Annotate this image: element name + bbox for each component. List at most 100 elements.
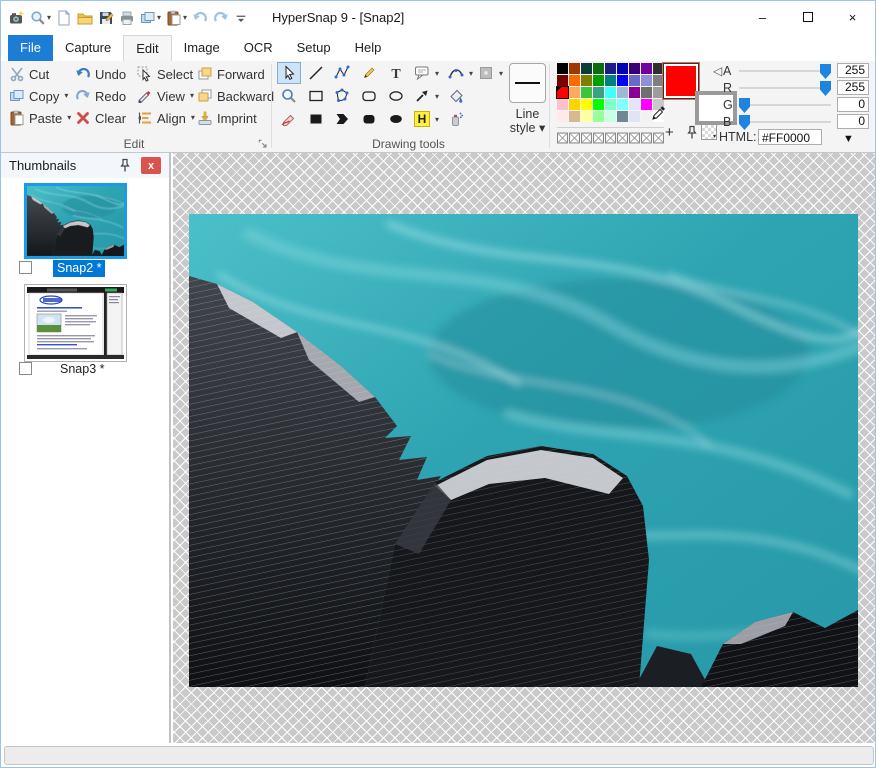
palette-swatch[interactable] (581, 87, 592, 98)
thumbnail-label[interactable]: Snap3 * (56, 361, 108, 378)
palette-swatch[interactable] (569, 63, 580, 74)
close-panel-button[interactable]: x (141, 157, 161, 174)
polygon-tool[interactable] (330, 85, 354, 107)
chevron-down-icon[interactable]: ▾ (435, 92, 439, 101)
tab-ocr[interactable]: OCR (232, 35, 285, 61)
close-button[interactable]: × (830, 1, 875, 33)
a-slider-track[interactable] (739, 70, 831, 73)
palette-swatch[interactable] (629, 75, 640, 86)
palette-swatch[interactable] (605, 111, 616, 122)
camera-icon[interactable] (7, 6, 27, 30)
b-slider-handle[interactable] (739, 115, 750, 130)
pin-color-icon[interactable] (684, 125, 700, 146)
clear-button[interactable]: Clear (75, 108, 126, 128)
palette-swatch[interactable] (617, 87, 628, 98)
transparency-pattern-button[interactable]: ▾ (701, 124, 717, 140)
palette-swatch[interactable] (581, 75, 592, 86)
swap-colors-icon[interactable]: ◁ (713, 64, 722, 78)
new-doc-icon[interactable] (54, 6, 74, 30)
line-style-preview[interactable] (509, 63, 546, 103)
tab-capture[interactable]: Capture (53, 35, 123, 61)
tab-edit[interactable]: Edit (123, 35, 171, 61)
palette-swatch[interactable] (641, 87, 652, 98)
palette-swatch[interactable] (593, 63, 604, 74)
palette-swatch[interactable] (593, 99, 604, 110)
palette-swatch[interactable] (641, 63, 652, 74)
curve-tool[interactable] (444, 62, 468, 84)
copy-button[interactable]: Copy▾ (9, 86, 68, 106)
palette-swatch[interactable] (557, 63, 568, 74)
color-panel-dropdown-icon[interactable]: ▼ (843, 133, 854, 145)
chevron-down-icon[interactable]: ▾ (435, 115, 439, 124)
rectangle-tool[interactable] (304, 85, 328, 107)
html-color-input[interactable]: #FF0000 (758, 129, 822, 145)
palette-swatch[interactable] (605, 87, 616, 98)
palette-swatch[interactable] (557, 87, 568, 98)
palette-swatch[interactable] (581, 111, 592, 122)
copy-image-icon[interactable]: ▾ (138, 6, 163, 30)
qat-customize-icon[interactable] (232, 6, 250, 30)
tab-setup[interactable]: Setup (285, 35, 343, 61)
palette-swatch[interactable] (629, 99, 640, 110)
snap2-image[interactable] (189, 214, 858, 687)
palette-swatch[interactable] (629, 87, 640, 98)
palette-swatch[interactable] (569, 99, 580, 110)
custom-color-slot[interactable] (629, 131, 640, 143)
custom-color-slot[interactable] (641, 131, 652, 143)
palette-swatch[interactable] (593, 111, 604, 122)
minimize-button[interactable]: – (740, 1, 785, 33)
palette-swatch[interactable] (605, 75, 616, 86)
a-value-field[interactable]: 255 (837, 63, 869, 78)
add-color-icon[interactable]: + (665, 125, 674, 140)
view-button[interactable]: View▾ (137, 86, 194, 106)
polyline-tool[interactable] (330, 62, 354, 84)
forward-button[interactable]: Forward (197, 64, 265, 84)
chevron-down-icon[interactable]: ▾ (499, 69, 503, 78)
fill-tool[interactable] (444, 85, 468, 107)
custom-color-slot[interactable] (653, 131, 664, 143)
redo-button[interactable]: Redo (75, 86, 126, 106)
canvas[interactable] (173, 153, 876, 743)
tab-file[interactable]: File (8, 35, 53, 61)
palette-swatch[interactable] (581, 99, 592, 110)
palette-swatch[interactable] (569, 87, 580, 98)
magnifier-icon[interactable]: ▾ (28, 6, 53, 30)
thumbnail-snap3-preview[interactable] (24, 284, 127, 362)
b-value-field[interactable]: 0 (837, 114, 869, 129)
eyedropper-icon[interactable] (651, 105, 667, 126)
filled-rectangle-tool[interactable] (304, 108, 328, 130)
custom-color-slot[interactable] (605, 131, 616, 143)
g-slider-track[interactable] (739, 104, 831, 107)
g-value-field[interactable]: 0 (837, 97, 869, 112)
undo-qat-icon[interactable] (190, 6, 210, 30)
eraser-tool[interactable] (277, 108, 301, 130)
r-value-field[interactable]: 255 (837, 80, 869, 95)
custom-color-slot[interactable] (593, 131, 604, 143)
align-button[interactable]: Align▾ (137, 108, 195, 128)
thumbnail-snap2-preview[interactable] (24, 183, 127, 259)
line-style-button[interactable]: Line style ▾ (499, 107, 556, 135)
spray-tool[interactable] (444, 108, 468, 130)
palette-swatch[interactable] (617, 75, 628, 86)
foreground-color-swatch[interactable] (663, 63, 699, 99)
palette-swatch[interactable] (617, 63, 628, 74)
a-slider-handle[interactable] (820, 64, 831, 79)
print-icon[interactable] (117, 6, 137, 30)
pin-panel-icon[interactable] (117, 158, 133, 177)
palette-swatch[interactable] (569, 75, 580, 86)
palette-swatch[interactable] (593, 75, 604, 86)
palette-swatch[interactable] (617, 99, 628, 110)
cut-button[interactable]: Cut (9, 64, 49, 84)
b-slider-track[interactable] (739, 121, 831, 124)
zoom-tool[interactable] (277, 85, 301, 107)
open-folder-icon[interactable] (75, 6, 95, 30)
palette-swatch[interactable] (605, 99, 616, 110)
thumbnail-checkbox[interactable] (19, 261, 32, 274)
palette-swatch[interactable] (617, 111, 628, 122)
redo-qat-icon[interactable] (211, 6, 231, 30)
palette-swatch[interactable] (593, 87, 604, 98)
highlight-tool[interactable]: H (410, 108, 434, 130)
filled-polygon-tool[interactable] (330, 108, 354, 130)
chevron-down-icon[interactable]: ▾ (435, 69, 439, 78)
pencil-tool[interactable] (357, 62, 381, 84)
